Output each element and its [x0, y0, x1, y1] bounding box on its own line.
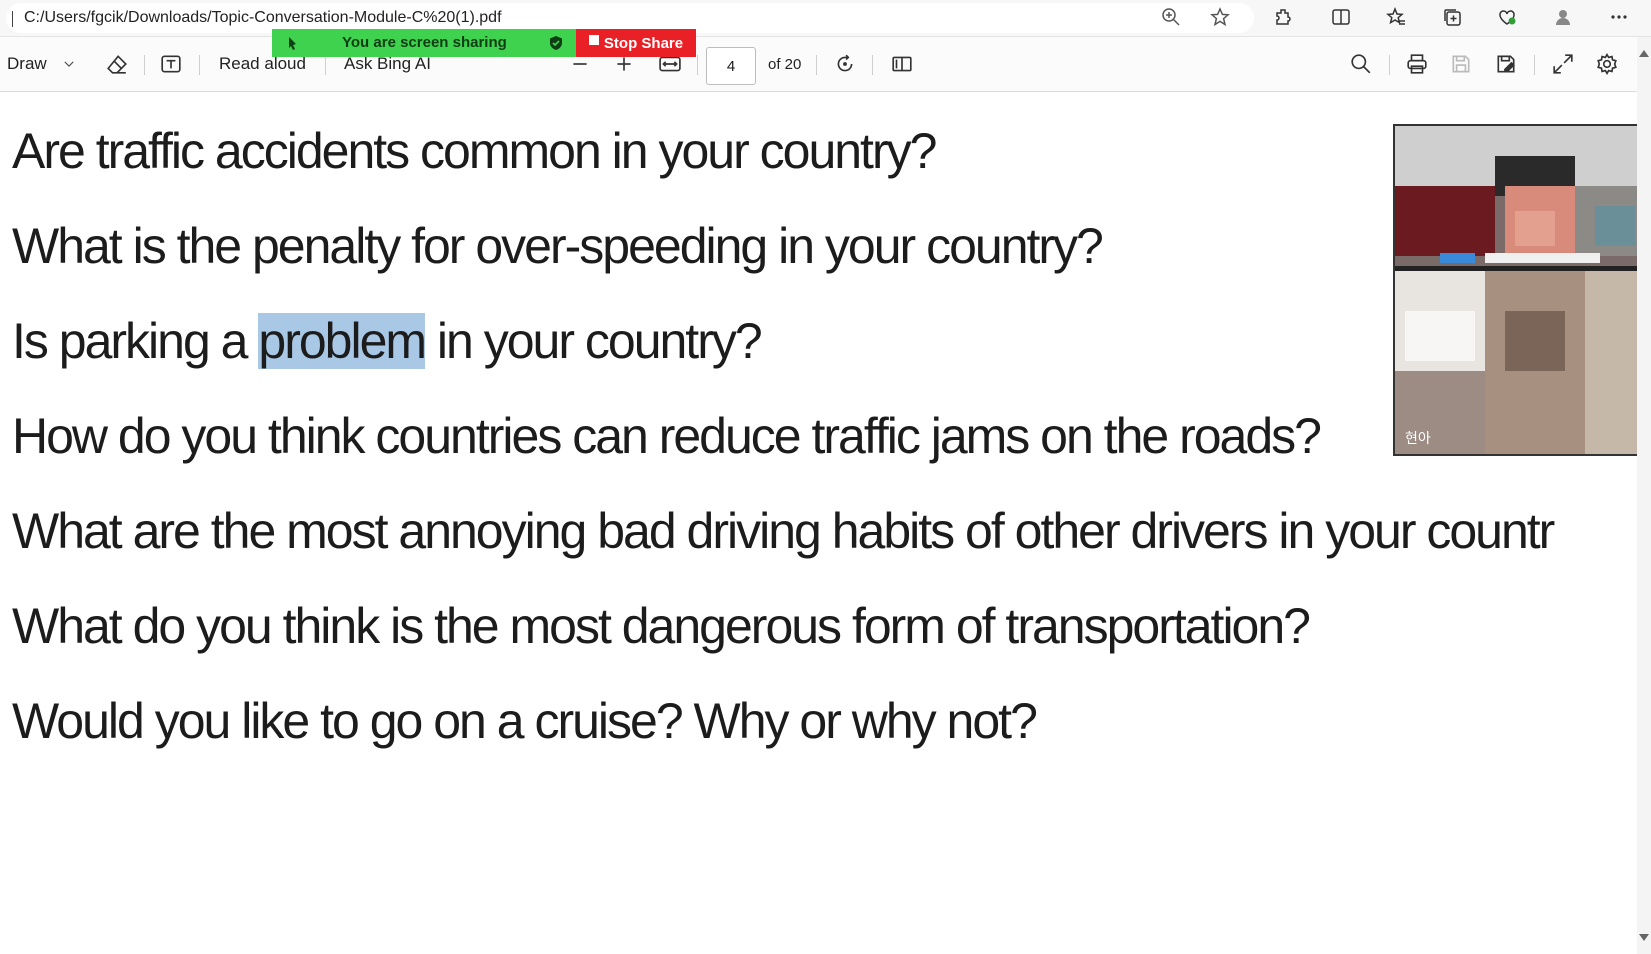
- question-line: Would you like to go on a cruise? Why or…: [12, 693, 1038, 749]
- question-text: in your country?: [425, 313, 763, 369]
- divider: [325, 55, 326, 75]
- fullscreen-button[interactable]: [1552, 37, 1574, 91]
- save-disk-icon: [1452, 55, 1470, 73]
- page-view-icon: [892, 56, 912, 72]
- extensions-icon[interactable]: [1273, 6, 1295, 28]
- participant-name: 현아: [1405, 430, 1431, 446]
- rotate-button[interactable]: [834, 37, 856, 91]
- chevron-down-icon: [64, 61, 74, 67]
- ask-ai-label: Ask Bing AI: [344, 54, 431, 73]
- draw-label: Draw: [7, 54, 47, 73]
- zoom-in-icon[interactable]: [1160, 6, 1182, 28]
- browser-essentials-icon[interactable]: [1496, 6, 1518, 28]
- pdf-toolbar: Draw Read aloud Ask Bing AI 4 of 20: [0, 37, 1651, 92]
- read-aloud-label: Read aloud: [219, 54, 306, 73]
- video-call-panel[interactable]: 현아: [1393, 124, 1651, 456]
- expand-icon: [1553, 54, 1573, 74]
- sharing-status: You are screen sharing: [272, 29, 576, 57]
- page-total: of 20: [768, 55, 802, 73]
- divider: [697, 55, 698, 75]
- address-url[interactable]: C:/Users/fgcik/Downloads/Topic-Conversat…: [24, 9, 502, 27]
- favorites-icon[interactable]: [1385, 6, 1407, 28]
- divider: [1534, 55, 1535, 75]
- vertical-scrollbar[interactable]: [1637, 37, 1651, 954]
- stop-share-button[interactable]: Stop Share: [576, 29, 696, 57]
- draw-options-dropdown[interactable]: [62, 37, 76, 91]
- page-view-button[interactable]: [891, 37, 913, 91]
- divider: [144, 55, 145, 75]
- question-text: Is parking a: [12, 313, 248, 369]
- save-as-button[interactable]: [1495, 37, 1517, 91]
- screen-sharing-banner: You are screen sharing Stop Share: [272, 29, 696, 57]
- printer-icon: [1407, 54, 1427, 74]
- question-line: What is the penalty for over-speeding in…: [12, 218, 1104, 274]
- gear-icon: [1597, 53, 1617, 75]
- divider: [199, 55, 200, 75]
- question-line: What are the most annoying bad driving h…: [12, 503, 1555, 559]
- question-line: Are traffic accidents common in your cou…: [12, 123, 937, 179]
- search-icon: [1351, 54, 1371, 74]
- video-feed-top: [1395, 126, 1651, 266]
- selected-text-highlight[interactable]: problem: [258, 313, 427, 369]
- stop-icon: [588, 35, 599, 45]
- scroll-down-arrow-icon[interactable]: [1639, 934, 1649, 941]
- profile-avatar-icon[interactable]: [1552, 6, 1574, 28]
- text-caret: [12, 11, 13, 27]
- text-box-icon: [161, 55, 181, 73]
- draw-button[interactable]: Draw: [7, 37, 47, 91]
- video-feed-bottom: [1395, 271, 1651, 454]
- split-screen-icon[interactable]: [1330, 6, 1352, 28]
- find-button[interactable]: [1350, 37, 1372, 91]
- eraser-icon: [107, 55, 127, 74]
- stop-share-label: Stop Share: [603, 34, 684, 52]
- erase-button[interactable]: [106, 37, 128, 91]
- favorite-star-icon[interactable]: [1209, 6, 1231, 28]
- question-line: What do you think is the most dangerous …: [12, 598, 1311, 654]
- save-as-icon: [1497, 55, 1515, 73]
- address-bar-area: C:/Users/fgcik/Downloads/Topic-Conversat…: [0, 0, 1651, 37]
- divider: [816, 55, 817, 75]
- divider: [872, 55, 873, 75]
- sharing-status-text: You are screen sharing: [342, 34, 507, 51]
- collections-icon[interactable]: [1441, 6, 1463, 28]
- more-options-icon[interactable]: [1608, 6, 1630, 28]
- question-line: Is parking a problem in your country?: [12, 312, 763, 370]
- save-button[interactable]: [1450, 37, 1472, 91]
- scroll-up-arrow-icon[interactable]: [1639, 50, 1649, 57]
- rotate-icon: [837, 54, 853, 72]
- settings-button[interactable]: [1596, 37, 1618, 91]
- page-number-input[interactable]: 4: [706, 47, 756, 85]
- question-line: How do you think countries can reduce tr…: [12, 408, 1322, 464]
- drag-handle-icon[interactable]: [286, 35, 302, 51]
- print-button[interactable]: [1406, 37, 1428, 91]
- shield-check-icon: [550, 36, 562, 50]
- add-text-button[interactable]: [160, 37, 182, 91]
- divider: [1389, 55, 1390, 75]
